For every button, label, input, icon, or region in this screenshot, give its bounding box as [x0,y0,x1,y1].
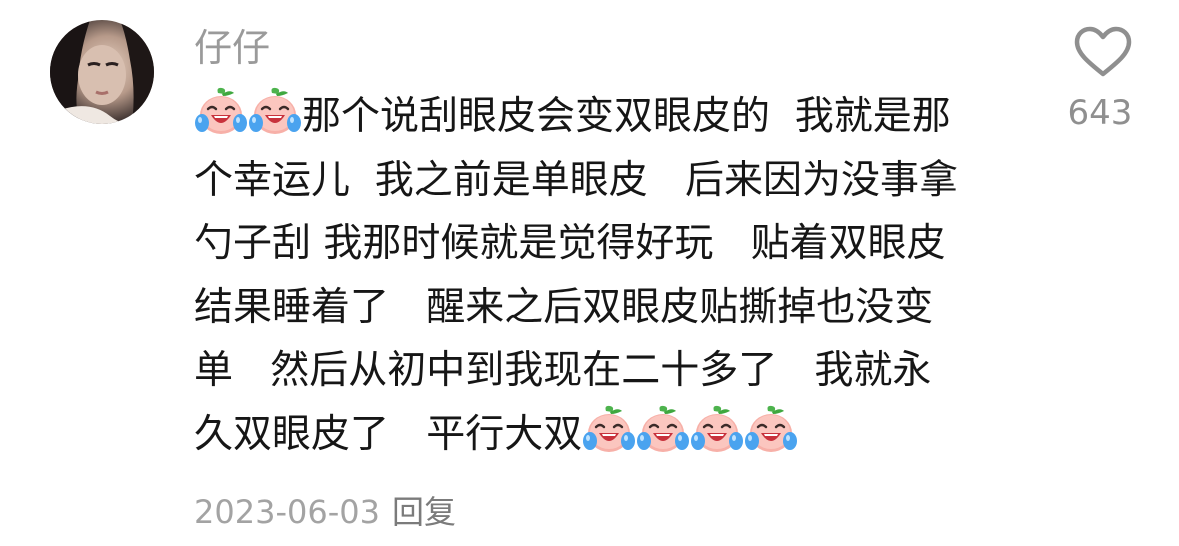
comment-line: 勺子刮 我那时候就是觉得好玩 贴着双眼皮 [194,212,1024,276]
comment-line: 久双眼皮了 平行大双 [194,403,1024,467]
user-avatar[interactable] [50,20,154,124]
crying-laughing-emoji-icon [248,87,302,139]
comment-line-text: 那个说刮眼皮会变双眼皮的 我就是那 [302,94,951,139]
comment-line: 那个说刮眼皮会变双眼皮的 我就是那 [194,85,1024,149]
like-count: 643 [1067,93,1133,133]
avatar-image [50,20,154,124]
reply-button[interactable]: 回复 [392,493,456,531]
like-button[interactable] [1068,26,1138,78]
comment-date: 2023-06-03 [194,493,380,531]
crying-laughing-emoji-icon [636,405,690,457]
comment-line-text: 结果睡着了 醒来之后双眼皮贴撕掉也没变 [194,284,934,330]
username[interactable]: 仔仔 [194,24,270,72]
crying-laughing-emoji-icon [582,405,636,457]
crying-laughing-emoji-icon [690,405,744,457]
comment-line-text: 单 然后从初中到我现在二十多了 我就永 [194,348,932,393]
crying-laughing-emoji-icon [194,87,248,139]
comment-line: 个幸运儿 我之前是单眼皮 后来因为没事拿 [194,149,1024,213]
comment-line: 单 然后从初中到我现在二十多了 我就永 [194,339,1024,403]
comment-text: 那个说刮眼皮会变双眼皮的 我就是那个幸运儿 我之前是单眼皮 后来因为没事拿 勺子刮… [194,85,1024,466]
crying-laughing-emoji-icon [744,405,798,457]
comment-line: 结果睡着了 醒来之后双眼皮贴撕掉也没变 [194,276,1024,340]
heart-icon [1074,26,1132,77]
comment-meta: 2023-06-03 回复 [194,490,456,534]
comment-line-text: 勺子刮 我那时候就是觉得好玩 贴着双眼皮 [194,221,946,266]
comment-line-text: 久双眼皮了 平行大双 [194,411,583,457]
comment-line-text: 个幸运儿 我之前是单眼皮 后来因为没事拿 [194,157,958,203]
